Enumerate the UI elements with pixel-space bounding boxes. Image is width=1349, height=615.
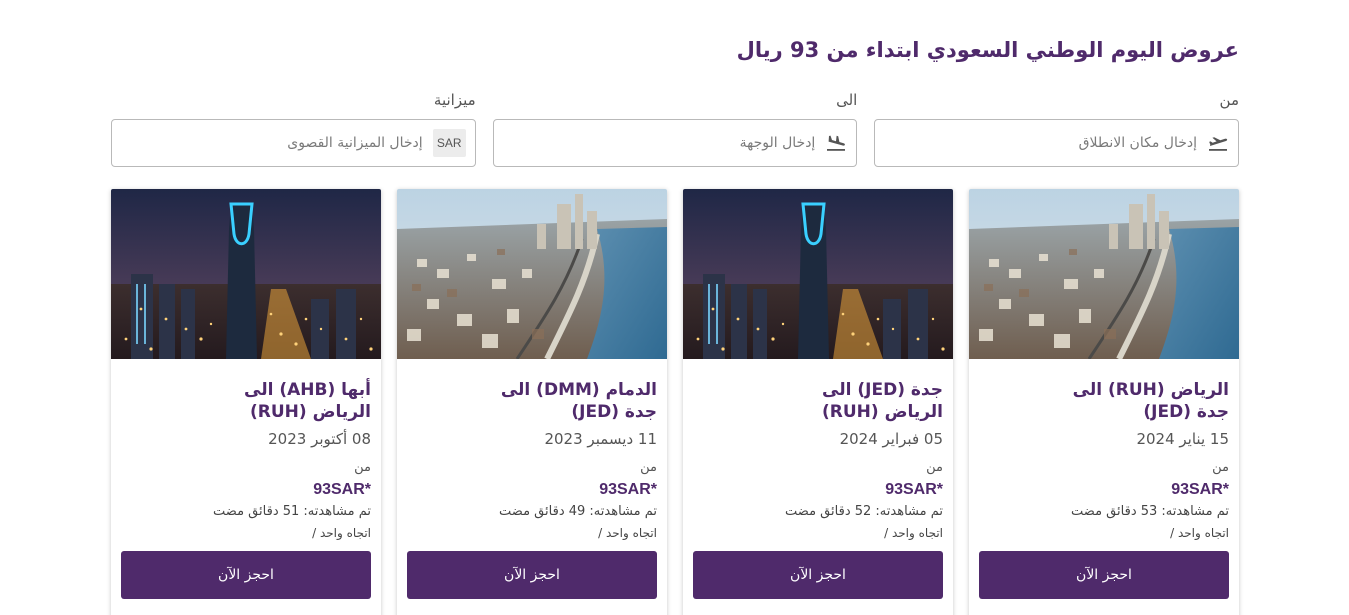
offer-price: 93SAR*	[313, 481, 371, 498]
price-from-label: من	[926, 460, 943, 475]
filter-to: الى	[492, 90, 858, 167]
page: عروض اليوم الوطني السعودي ابتداء من 93 ر…	[0, 0, 1349, 615]
offer-date: 05 فبراير 2024	[839, 430, 943, 448]
offer-date: 15 يناير 2024	[1136, 430, 1229, 448]
trip-type: اتجاه واحد /	[1170, 526, 1229, 540]
riyadh-tower-image	[683, 189, 953, 359]
to-input[interactable]	[505, 135, 816, 151]
price-from-label: من	[640, 460, 657, 475]
offer-route: جدة (JED) الى الرياض (RUH)	[693, 379, 943, 423]
route-origin: الدمام (DMM) الى	[500, 380, 657, 400]
filter-from-label: من	[1219, 91, 1239, 109]
currency-badge: SAR	[432, 129, 466, 157]
plane-takeoff-icon	[1207, 132, 1229, 154]
filter-budget: ميزانية SAR	[110, 90, 476, 167]
offer-price: 93SAR*	[599, 481, 657, 498]
filter-budget-box[interactable]: SAR	[110, 119, 476, 167]
route-origin: جدة (JED) الى	[822, 380, 943, 400]
page-title: عروض اليوم الوطني السعودي ابتداء من 93 ر…	[736, 38, 1239, 62]
route-destination: الرياض (RUH)	[249, 402, 371, 422]
book-now-button[interactable]: احجز الآن	[693, 551, 943, 599]
viewed-time: تم مشاهدته: 49 دقائق مضت	[499, 504, 657, 519]
trip-type: اتجاه واحد /	[598, 526, 657, 540]
jeddah-corniche-image	[397, 189, 667, 359]
viewed-time: تم مشاهدته: 53 دقائق مضت	[1071, 504, 1229, 519]
plane-landing-icon	[825, 132, 847, 154]
offer-cards: الرياض (RUH) الى جدة (JED) 15 يناير 2024…	[111, 189, 1239, 615]
trip-type: اتجاه واحد /	[312, 526, 371, 540]
offer-card[interactable]: الرياض (RUH) الى جدة (JED) 15 يناير 2024…	[969, 189, 1239, 615]
price-from-label: من	[1212, 460, 1229, 475]
filter-to-box[interactable]	[492, 119, 858, 167]
filter-from: من	[874, 90, 1239, 167]
offer-price: 93SAR*	[885, 481, 943, 498]
book-now-button[interactable]: احجز الآن	[121, 551, 371, 599]
trip-type: اتجاه واحد /	[884, 526, 943, 540]
route-destination: جدة (JED)	[1143, 402, 1229, 422]
offer-route: أبها (AHB) الى الرياض (RUH)	[121, 379, 371, 423]
budget-input[interactable]	[123, 135, 423, 151]
route-destination: الرياض (RUH)	[821, 402, 943, 422]
offer-price: 93SAR*	[1171, 481, 1229, 498]
filter-to-label: الى	[836, 91, 858, 109]
from-input[interactable]	[887, 135, 1197, 151]
route-origin: الرياض (RUH) الى	[1072, 380, 1229, 400]
book-now-button[interactable]: احجز الآن	[979, 551, 1229, 599]
book-now-button[interactable]: احجز الآن	[407, 551, 657, 599]
viewed-time: تم مشاهدته: 51 دقائق مضت	[213, 504, 371, 519]
offer-card[interactable]: أبها (AHB) الى الرياض (RUH) 08 أكتوبر 20…	[111, 189, 381, 615]
offer-card[interactable]: الدمام (DMM) الى جدة (JED) 11 ديسمبر 202…	[397, 189, 667, 615]
route-origin: أبها (AHB) الى	[244, 380, 371, 400]
price-from-label: من	[354, 460, 371, 475]
riyadh-tower-image	[111, 189, 381, 359]
offer-card[interactable]: جدة (JED) الى الرياض (RUH) 05 فبراير 202…	[683, 189, 953, 615]
filter-from-box[interactable]	[874, 119, 1239, 167]
offer-route: الرياض (RUH) الى جدة (JED)	[979, 379, 1229, 423]
route-destination: جدة (JED)	[571, 402, 657, 422]
viewed-time: تم مشاهدته: 52 دقائق مضت	[785, 504, 943, 519]
offer-date: 11 ديسمبر 2023	[544, 430, 657, 448]
filter-budget-label: ميزانية	[433, 91, 476, 109]
search-filters: من الى	[110, 90, 1239, 167]
offer-route: الدمام (DMM) الى جدة (JED)	[407, 379, 657, 423]
offer-date: 08 أكتوبر 2023	[268, 430, 371, 448]
jeddah-corniche-image	[969, 189, 1239, 359]
